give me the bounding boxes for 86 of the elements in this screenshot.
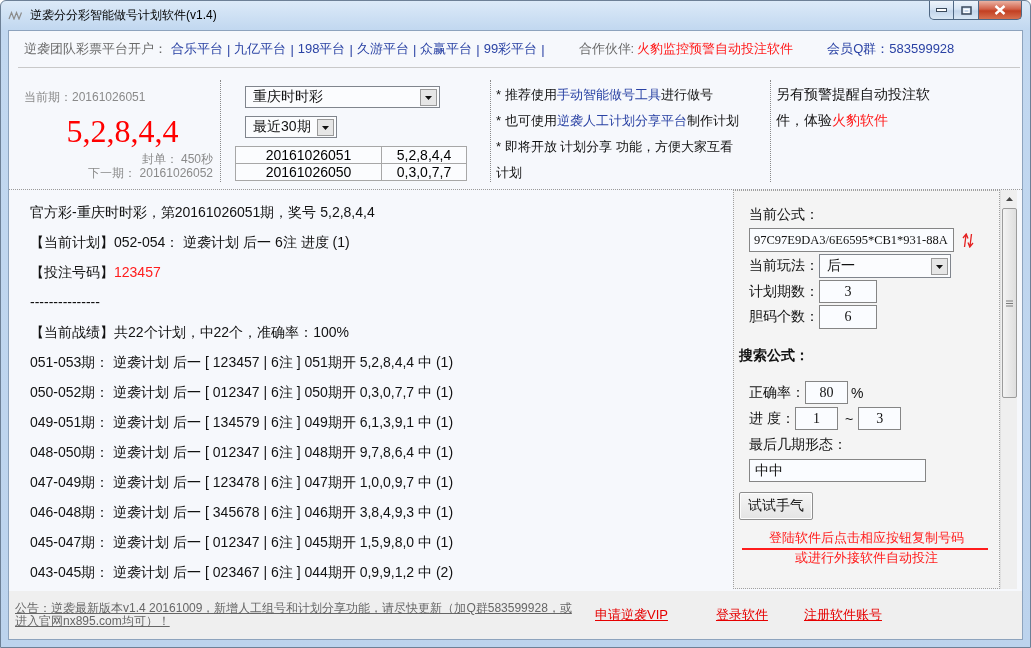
grip-icon <box>1005 299 1013 307</box>
maximize-icon <box>960 5 972 15</box>
separator-text: | <box>227 41 231 57</box>
tilde-text: ~ <box>845 410 854 427</box>
result-line: 043-045期： 逆袭计划 后一 [ 023467 | 6注 ] 044期开 0,9,9,1,2 中 (2) <box>30 563 455 582</box>
platform-link[interactable]: 合乐平台 <box>171 40 223 58</box>
platform-link[interactable]: 众赢平台 <box>420 40 473 58</box>
tip-text: * 即将开放 计划分享 功能，方便大家互看计划 <box>496 138 734 182</box>
notice-link[interactable]: 公告：逆袭最新版本v1.4 20161009，新增人工组号和计划分享功能，请尽快更新（加Q群583599928，或进入官网nx895.com均可）！ <box>15 602 582 628</box>
close-time-text: 封单： 450秒 <box>140 152 213 166</box>
partner-link[interactable]: 火豹监控预警自动投注软件 <box>637 40 794 58</box>
hint-text: 或进行外接软件自动投注 <box>794 550 939 566</box>
scrollbar[interactable] <box>1000 190 1017 589</box>
table-cell: 0,3,0,7,7 <box>381 164 466 181</box>
result-line: 046-048期： 逆袭计划 后一 [ 345678 | 6注 ] 046期开 3,8,4,9,3 中 (1) <box>30 503 455 522</box>
separator-text: | <box>541 41 545 57</box>
bet-count-field[interactable]: 6 <box>819 305 877 329</box>
separator-text: | <box>349 41 353 57</box>
field-label: 最后几期形态： <box>749 435 848 453</box>
play-mode-select[interactable]: 后一 <box>819 254 951 278</box>
accuracy-field[interactable]: 80 <box>805 381 848 404</box>
field-label: 当前玩法： <box>749 257 819 275</box>
footer-link[interactable]: 申请逆袭VIP <box>595 606 668 624</box>
field-label: 胆码个数： <box>749 308 819 326</box>
result-line: 【当前战绩】共22个计划，中22个，准确率：100% <box>30 323 350 342</box>
result-line: 051-053期： 逆袭计划 后一 [ 123457 | 6注 ] 051期开 5,2,8,4,4 中 (1) <box>30 353 455 372</box>
formula-field[interactable]: 97C97E9DA3/6E6595*CB1*931-88A <box>749 228 954 252</box>
tip-text: * 推荐使用手动智能做号工具进行做号 <box>496 86 714 104</box>
draw-numbers: 5,2,8,4,4 <box>65 112 180 151</box>
hint-text: 登陆软件后点击相应按钮复制号码 <box>768 530 965 546</box>
close-button[interactable] <box>979 1 1022 20</box>
close-icon <box>994 5 1006 15</box>
minimize-button[interactable] <box>929 1 954 20</box>
pattern-field[interactable]: 中中 <box>749 459 926 482</box>
separator-text: | <box>290 41 294 57</box>
percent-text: % <box>851 384 864 401</box>
field-label: 进 度： <box>749 409 795 428</box>
section-title: 搜索公式： <box>739 346 810 364</box>
try-luck-button[interactable]: 试试手气 <box>739 492 813 520</box>
result-line: 【当前计划】052-054： 逆袭计划 后一 6注 进度 (1) <box>30 233 351 252</box>
footer-link[interactable]: 登录软件 <box>715 606 768 624</box>
result-line: 050-052期： 逆袭计划 后一 [ 012347 | 6注 ] 050期开 0,3,0,7,7 中 (1) <box>30 383 455 402</box>
caret-icon[interactable] <box>931 257 948 275</box>
separator-text: | <box>476 41 480 57</box>
caret-icon[interactable] <box>317 118 334 136</box>
table-cell: 20161026050 <box>236 164 381 181</box>
field-label: 正确率： <box>749 383 805 402</box>
lottery-select[interactable]: 重庆时时彩 <box>245 86 440 108</box>
footer-link[interactable]: 注册软件账号 <box>803 606 882 624</box>
range-select[interactable]: 最近30期 <box>245 116 337 138</box>
window-title: 逆袭分分彩智能做号计划软件(v1.4) <box>30 6 217 24</box>
field-label: 当前公式： <box>749 205 820 223</box>
result-line: 048-050期： 逆袭计划 后一 [ 012347 | 6注 ] 048期开 9,7,8,6,4 中 (1) <box>30 443 455 462</box>
maximize-button[interactable] <box>954 1 979 20</box>
result-line: 官方彩-重庆时时彩，第20161026051期，奖号 5,2,8,4,4 <box>30 203 376 222</box>
promo-link[interactable]: 火豹软件 <box>832 113 888 128</box>
tip-link[interactable]: 手动智能做号工具 <box>556 87 661 102</box>
platform-link[interactable]: 久游平台 <box>356 40 409 58</box>
platform-link[interactable]: 九亿平台 <box>234 40 287 58</box>
swap-arrows-icon[interactable] <box>961 232 975 248</box>
separator-text: | <box>412 41 417 57</box>
next-issue-text: 下一期： 20161026052 <box>87 166 213 180</box>
result-line: 049-051期： 逆袭计划 后一 [ 134579 | 6注 ] 049期开 6,1,3,9,1 中 (1) <box>30 413 455 432</box>
table-cell: 5,2,8,4,4 <box>381 147 466 164</box>
table-cell: 20161026051 <box>236 147 381 164</box>
app-logo-icon <box>8 10 23 20</box>
partner-label: 合作伙伴: <box>578 40 635 58</box>
tip-link[interactable]: 逆袭人工计划分享平台 <box>556 113 687 128</box>
result-line: 【投注号码】123457 <box>30 263 162 282</box>
result-line: 045-047期： 逆袭计划 后一 [ 012347 | 6注 ] 045期开 1,5,9,8,0 中 (1) <box>30 533 455 552</box>
result-line: 047-049期： 逆袭计划 后一 [ 123478 | 6注 ] 047期开 1,0,0,9,7 中 (1) <box>30 473 455 492</box>
minimize-icon <box>936 8 947 12</box>
current-issue-text: 当前期：20161026051 <box>24 90 147 104</box>
caret-icon[interactable] <box>420 88 437 106</box>
promo-text: 另有预警提醒自动投注软件，体验火豹软件 <box>776 86 931 130</box>
field-label: 计划期数： <box>749 282 819 301</box>
progress-to-field[interactable]: 3 <box>858 407 902 430</box>
result-line: --------------- <box>30 293 101 312</box>
progress-from-field[interactable]: 1 <box>795 407 838 430</box>
member-group-text: 会员Q群：583599928 <box>827 40 955 58</box>
scrollbar-thumb[interactable] <box>1001 208 1017 398</box>
platform-link[interactable]: 99彩平台 <box>483 40 538 58</box>
platform-link[interactable]: 198平台 <box>297 40 346 58</box>
header-label: 逆袭团队彩票平台开户： <box>24 40 167 58</box>
tip-text: * 也可使用逆袭人工计划分享平台制作计划 <box>496 112 740 130</box>
plan-periods-field[interactable]: 3 <box>819 280 877 303</box>
